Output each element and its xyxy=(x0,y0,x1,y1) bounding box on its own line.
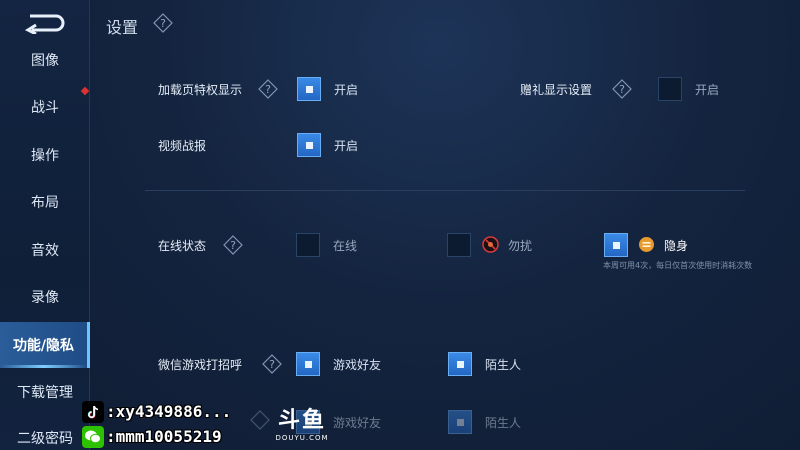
wechat-icon xyxy=(82,426,104,448)
status-invisible-option: 隐身 xyxy=(664,239,689,253)
greeting-strangers-checkbox[interactable] xyxy=(448,352,472,376)
loading-privilege-label: 加载页特权显示 xyxy=(158,83,243,97)
greeting-friends-checkbox[interactable] xyxy=(296,352,320,376)
video-report-checkbox[interactable] xyxy=(297,133,321,157)
online-status-label: 在线状态 xyxy=(158,239,207,253)
sidebar-item-image[interactable]: 图像 xyxy=(0,38,90,82)
status-online-option: 在线 xyxy=(333,239,358,253)
greeting-friends-option: 游戏好友 xyxy=(333,358,382,372)
sidebar-item-download[interactable]: 下载管理 xyxy=(0,370,90,414)
help-icon[interactable]: ? xyxy=(223,235,243,255)
douyu-logo: 斗鱼 DOUYU.COM xyxy=(275,408,329,442)
video-report-label: 视频战报 xyxy=(158,139,207,153)
section-divider xyxy=(145,190,745,191)
help-icon[interactable]: ? xyxy=(258,79,278,99)
sidebar-item-features-privacy[interactable]: 功能/隐私 xyxy=(0,322,90,368)
invisible-usage-note: 本周可用4次，每日仅首次使用时消耗次数 xyxy=(603,261,753,270)
tiktok-id-text: :xy4349886... xyxy=(106,402,232,421)
sidebar: 图像 战斗 操作 布局 音效 录像 功能/隐私 下载管理 二级密码 xyxy=(0,0,90,450)
do-not-disturb-icon xyxy=(482,236,499,253)
invisible-icon xyxy=(638,236,655,253)
sidebar-item-secondary-password[interactable]: 二级密码 xyxy=(0,416,90,450)
status-invisible-checkbox[interactable] xyxy=(604,233,628,257)
greeting-strangers-option: 陌生人 xyxy=(485,358,522,372)
status-dnd-checkbox[interactable] xyxy=(447,233,471,257)
gift-display-checkbox[interactable] xyxy=(658,77,682,101)
video-report-option: 开启 xyxy=(334,139,359,153)
gift-display-label: 赠礼显示设置 xyxy=(520,83,593,97)
help-icon[interactable] xyxy=(250,410,270,430)
row5-strangers-option: 陌生人 xyxy=(485,416,522,430)
loading-privilege-checkbox[interactable] xyxy=(297,77,321,101)
sidebar-item-sound[interactable]: 音效 xyxy=(0,228,90,272)
wechat-id-text: :mmm10055219 xyxy=(106,427,222,446)
page-title: 设置 xyxy=(106,18,139,37)
loading-privilege-option: 开启 xyxy=(334,83,359,97)
help-icon[interactable]: ? xyxy=(262,354,282,374)
wechat-greeting-label: 微信游戏打招呼 xyxy=(158,358,243,372)
status-online-checkbox[interactable] xyxy=(296,233,320,257)
sidebar-item-replay[interactable]: 录像 xyxy=(0,275,90,319)
row5-friends-option: 游戏好友 xyxy=(333,416,382,430)
help-icon[interactable]: ? xyxy=(153,13,173,33)
sidebar-item-battle[interactable]: 战斗 xyxy=(0,85,90,129)
status-dnd-option: 勿扰 xyxy=(508,239,533,253)
gift-display-option: 开启 xyxy=(695,83,720,97)
sidebar-item-controls[interactable]: 操作 xyxy=(0,133,90,177)
back-arrow-icon[interactable] xyxy=(22,12,68,36)
tiktok-icon xyxy=(82,401,104,423)
sidebar-item-layout[interactable]: 布局 xyxy=(0,180,90,224)
row5-strangers-checkbox[interactable] xyxy=(448,410,472,434)
help-icon[interactable]: ? xyxy=(612,79,632,99)
